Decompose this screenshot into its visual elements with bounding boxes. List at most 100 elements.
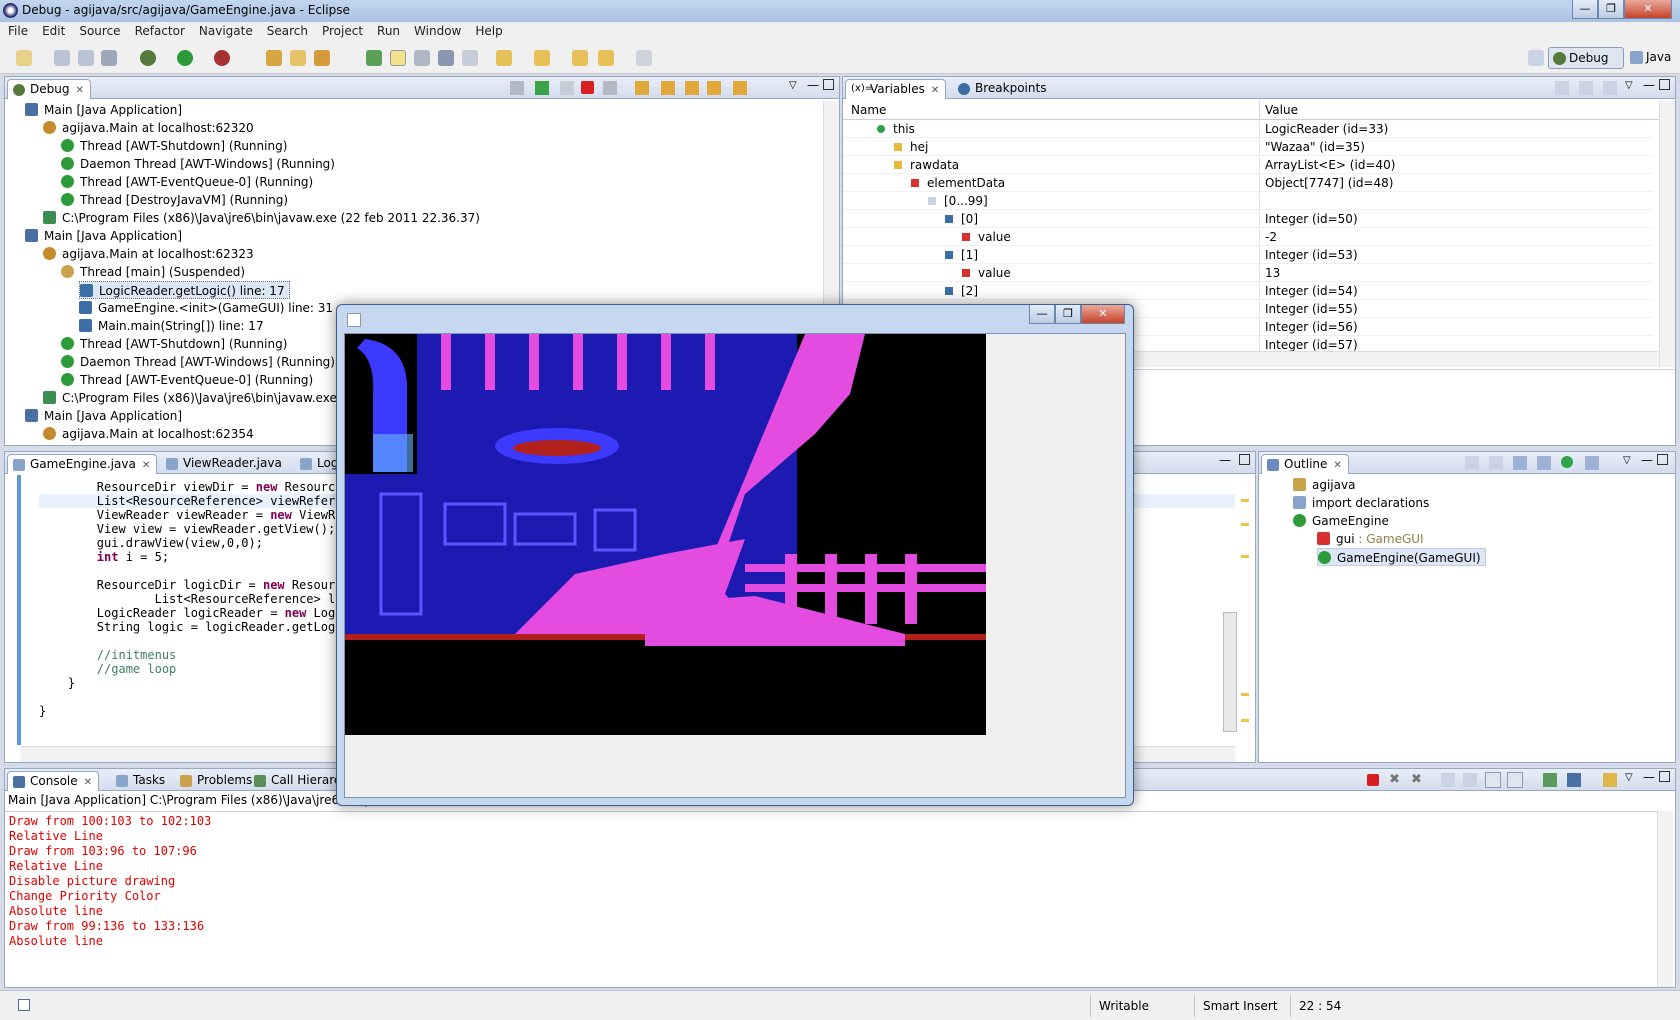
debug-tree-item[interactable]: Main [Java Application] — [25, 101, 182, 119]
debug-tree-item[interactable]: C:\Program Files (x86)\Java\jre6\bin\jav… — [43, 209, 480, 227]
disconnect-icon[interactable] — [603, 81, 617, 95]
back-icon[interactable] — [598, 50, 614, 66]
sort-icon[interactable] — [1465, 456, 1479, 470]
close-icon[interactable]: ✕ — [931, 85, 939, 96]
game-window[interactable]: — ❐ ✕ — [336, 304, 1134, 806]
open-perspective-icon[interactable] — [1528, 50, 1544, 66]
tab-console[interactable]: Console ✕ — [7, 771, 100, 791]
tab-debug[interactable]: Debug ✕ — [7, 79, 91, 99]
menu-file[interactable]: File — [0, 22, 34, 38]
minimize-view-icon[interactable]: — — [1643, 78, 1655, 92]
hide-nonpublic-icon[interactable] — [1561, 456, 1573, 468]
view-menu-icon[interactable]: ▽ — [789, 80, 797, 91]
debug-tree-item[interactable]: Main [Java Application] — [25, 227, 182, 245]
debug-tree-item[interactable]: Thread [AWT-EventQueue-0] (Running) — [61, 371, 313, 389]
close-icon[interactable]: ✕ — [75, 85, 83, 96]
game-restore-button[interactable]: ❐ — [1055, 305, 1081, 324]
forward-icon[interactable] — [636, 50, 652, 66]
debug-tree-item[interactable]: C:\Program Files (x86)\Java\jre6\bin\jav… — [43, 389, 361, 407]
debug-tree-item[interactable]: agijava.Main at localhost:62320 — [43, 119, 254, 137]
terminate-icon[interactable] — [581, 81, 594, 94]
close-icon[interactable]: ✕ — [84, 777, 92, 788]
show-type-names-icon[interactable] — [1555, 81, 1569, 95]
show-stdout-icon[interactable] — [1485, 772, 1501, 788]
column-value[interactable]: Value — [1265, 103, 1298, 117]
maximize-view-icon[interactable] — [1659, 79, 1670, 90]
menu-navigate[interactable]: Navigate — [191, 22, 259, 38]
console-vscrollbar[interactable] — [1657, 811, 1673, 987]
collapse-all-icon[interactable] — [1489, 456, 1503, 470]
debug-tree-item[interactable]: Thread [main] (Suspended) — [61, 263, 245, 281]
hide-fields-icon[interactable] — [1513, 456, 1527, 470]
show-logical-structure-icon[interactable] — [1579, 81, 1593, 95]
outline-item[interactable]: import declarations — [1293, 494, 1429, 512]
menu-refactor[interactable]: Refactor — [127, 22, 191, 38]
debug-tree-item[interactable]: GameEngine.<init>(GameGUI) line: 31 — [79, 299, 333, 317]
variable-row[interactable]: [2] Integer (id=54) — [843, 283, 1653, 300]
mark-occurrences-icon[interactable] — [390, 50, 406, 66]
debug-tree-item[interactable]: Thread [AWT-EventQueue-0] (Running) — [61, 173, 313, 191]
last-edit-location-icon[interactable] — [572, 50, 588, 66]
menu-project[interactable]: Project — [314, 22, 369, 38]
run-icon[interactable] — [177, 50, 193, 66]
variable-row[interactable]: hej "Wazaa" (id=35) — [843, 139, 1653, 156]
column-name[interactable]: Name — [851, 103, 886, 117]
view-menu-icon[interactable]: ▽ — [1625, 80, 1633, 91]
show-stderr-icon[interactable] — [1507, 772, 1523, 788]
display-console-icon[interactable] — [1567, 773, 1581, 787]
print-icon[interactable] — [101, 50, 117, 66]
step-filters-icon[interactable] — [733, 81, 747, 95]
fast-view-icon[interactable] — [18, 999, 30, 1011]
game-close-button[interactable]: ✕ — [1081, 305, 1125, 324]
view-menu-icon[interactable]: ▽ — [1623, 455, 1631, 466]
variable-row[interactable]: [1] Integer (id=53) — [843, 247, 1653, 264]
debug-tree-item[interactable]: Daemon Thread [AWT-Windows] (Running) — [61, 353, 335, 371]
external-tools-icon[interactable] — [214, 50, 230, 66]
variable-row[interactable]: elementData Object[7747] (id=48) — [843, 175, 1653, 192]
close-icon[interactable]: ✕ — [1333, 460, 1341, 471]
step-into-icon[interactable] — [635, 81, 649, 95]
tab-viewreader-java[interactable]: ViewReader.java — [161, 454, 288, 474]
debug-tree-item[interactable]: Main.main(String[]) line: 17 — [79, 317, 264, 335]
perspective-debug[interactable]: Debug — [1548, 47, 1624, 69]
outline-item[interactable]: GameEngine(GameGUI) — [1317, 548, 1486, 566]
minimize-view-icon[interactable]: — — [1219, 453, 1231, 467]
terminate-icon[interactable] — [1367, 774, 1379, 786]
hide-local-types-icon[interactable] — [1585, 456, 1599, 470]
debug-tree-item[interactable]: LogicReader.getLogic() line: 17 — [79, 281, 290, 299]
minimize-view-icon[interactable]: — — [1643, 770, 1655, 784]
variable-row[interactable]: [0] Integer (id=50) — [843, 211, 1653, 228]
console-output[interactable]: Draw from 100:103 to 102:103 Relative Lin… — [5, 811, 1657, 987]
debug-tree-item[interactable]: Thread [AWT-Shutdown] (Running) — [61, 335, 287, 353]
menu-run[interactable]: Run — [369, 22, 406, 38]
open-console-icon[interactable] — [1603, 773, 1617, 787]
step-return-icon[interactable] — [685, 81, 699, 95]
variables-vscrollbar[interactable] — [1659, 101, 1675, 367]
menu-source[interactable]: Source — [71, 22, 126, 38]
new-icon[interactable] — [16, 50, 32, 66]
menu-edit[interactable]: Edit — [34, 22, 71, 38]
open-type-icon[interactable] — [290, 50, 306, 66]
collapse-all-icon[interactable] — [1603, 81, 1617, 95]
outline-item[interactable]: gui : GameGUI — [1317, 530, 1424, 548]
debug-tree-item[interactable]: agijava.Main at localhost:62323 — [43, 245, 254, 263]
search-icon[interactable] — [314, 50, 330, 66]
menu-search[interactable]: Search — [259, 22, 314, 38]
block-selection-icon[interactable] — [414, 50, 430, 66]
variable-row[interactable]: this LogicReader (id=33) — [843, 121, 1653, 138]
prev-annotation-icon[interactable] — [534, 50, 550, 66]
menu-help[interactable]: Help — [467, 22, 508, 38]
next-annotation-icon[interactable] — [496, 50, 512, 66]
view-menu-icon[interactable]: ▽ — [1625, 772, 1633, 783]
outline-item[interactable]: GameEngine — [1293, 512, 1389, 530]
restore-button[interactable]: ❐ — [1598, 0, 1624, 19]
remove-launch-icon[interactable]: ✖ — [1389, 772, 1400, 787]
toggle-breadcrumb-icon[interactable] — [366, 50, 382, 66]
remove-terminated-icon[interactable] — [510, 81, 524, 95]
save-icon[interactable] — [54, 50, 70, 66]
maximize-view-icon[interactable] — [823, 79, 834, 90]
tab-variables[interactable]: (x)= Variables ✕ — [845, 79, 947, 99]
variable-row[interactable]: value -2 — [843, 229, 1653, 246]
maximize-view-icon[interactable] — [1239, 454, 1250, 465]
game-canvas[interactable] — [345, 334, 986, 735]
